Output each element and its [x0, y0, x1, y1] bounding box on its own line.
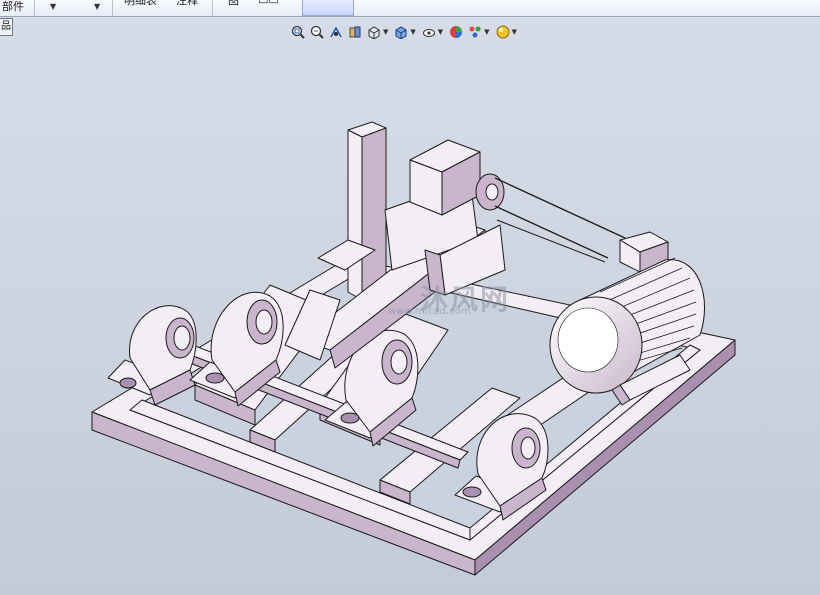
bearing-1: [107, 305, 197, 406]
graphics-area[interactable]: [0, 0, 820, 595]
vertical-post: [347, 121, 387, 301]
drive-belt: [494, 177, 626, 263]
watermark-url: www.mfcad.com: [388, 306, 471, 317]
